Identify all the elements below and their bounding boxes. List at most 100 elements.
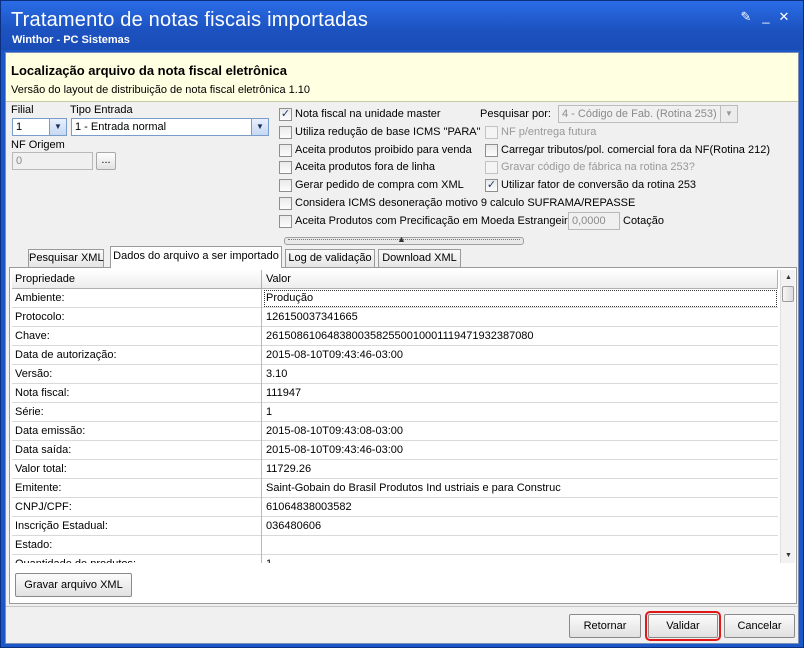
property-value-cell[interactable]: 1	[263, 403, 778, 422]
pesquisar-por-value: 4 - Código de Fab. (Rotina 253)	[562, 108, 717, 120]
checkbox-box[interactable]	[279, 179, 292, 192]
pesquisar-por-select[interactable]: 4 - Código de Fab. (Rotina 253) ▼	[558, 105, 738, 123]
checkbox-label: Gravar código de fábrica na rotina 253?	[501, 161, 695, 173]
tab-pesquisar-xml[interactable]: Pesquisar XML	[28, 249, 104, 268]
checkbox-box[interactable]	[279, 161, 292, 174]
table-row[interactable]: Protocolo: 126150037341665	[12, 308, 778, 327]
window-subtitle: Winthor - PC Sistemas	[12, 34, 130, 46]
property-name-cell: Versão:	[12, 365, 262, 384]
property-value-cell[interactable]: 2015-08-10T09:43:46-03:00	[263, 441, 778, 460]
checkbox-box[interactable]	[485, 161, 498, 174]
property-value-cell[interactable]: 2615086106483800358255001000111947193238…	[263, 327, 778, 346]
table-row[interactable]: Inscrição Estadual: 036480606	[12, 517, 778, 536]
checkbox-box[interactable]	[485, 126, 498, 139]
checkbox-label: Gerar pedido de compra com XML	[295, 179, 464, 191]
property-value-cell[interactable]: 1	[263, 555, 778, 563]
filial-select[interactable]: 1 ▼	[12, 118, 67, 136]
property-value-cell[interactable]: 3.10	[263, 365, 778, 384]
header-title: Localização arquivo da nota fiscal eletr…	[11, 63, 287, 78]
property-name-cell: Data de autorização:	[12, 346, 262, 365]
info-header: Localização arquivo da nota fiscal eletr…	[6, 53, 798, 102]
tab-log-validacao[interactable]: Log de validação	[285, 249, 375, 268]
window-title: Tratamento de notas fiscais importadas	[11, 9, 369, 31]
properties-grid[interactable]: Propriedade Valor Ambiente: Produção Proto…	[12, 270, 778, 563]
chevron-down-icon[interactable]: ▼	[251, 119, 268, 135]
checkbox-label: Considera ICMS desoneração motivo 9 calc…	[295, 197, 636, 209]
property-value-cell[interactable]: 11729.26	[263, 460, 778, 479]
table-row[interactable]: Versão: 3.10	[12, 365, 778, 384]
checkbox-label: Carregar tributos/pol. comercial fora da…	[501, 144, 771, 156]
property-name-cell: Valor total:	[12, 460, 262, 479]
cancelar-button[interactable]: Cancelar	[724, 614, 795, 638]
close-icon[interactable]: ✕	[776, 10, 792, 24]
title-bar[interactable]: Tratamento de notas fiscais importadas W…	[1, 1, 803, 50]
table-row[interactable]: CNPJ/CPF: 61064838003582	[12, 498, 778, 517]
grid-vertical-scrollbar[interactable]: ▲ ▼	[780, 270, 795, 563]
checkbox-label: Aceita produtos fora de linha	[295, 161, 436, 173]
window-client-area: Localização arquivo da nota fiscal eletr…	[5, 52, 799, 644]
property-name-cell: Nota fiscal:	[12, 384, 262, 403]
chevron-down-icon[interactable]: ▼	[720, 106, 737, 122]
filial-label: Filial	[11, 104, 34, 116]
help-icon[interactable]: ✎	[738, 10, 754, 24]
tab-dados-arquivo[interactable]: Dados do arquivo a ser importado	[110, 246, 282, 268]
table-row[interactable]: Chave: 2615086106483800358255001000111947…	[12, 327, 778, 346]
checkbox-box[interactable]	[279, 215, 292, 228]
table-row[interactable]: Emitente: Saint-Gobain do Brasil Produtos…	[12, 479, 778, 498]
property-value-cell[interactable]: 036480606	[263, 517, 778, 536]
nf-origem-field[interactable]: 0	[12, 152, 93, 170]
table-row[interactable]: Data emissão: 2015-08-10T09:43:08-03:00	[12, 422, 778, 441]
property-value-cell[interactable]: Saint-Gobain do Brasil Produtos Ind ustr…	[263, 479, 778, 498]
table-row[interactable]: Data de autorização: 2015-08-10T09:43:46-…	[12, 346, 778, 365]
property-name-cell: Inscrição Estadual:	[12, 517, 262, 536]
chevron-up-icon[interactable]: ▲	[397, 234, 406, 244]
checkbox-box[interactable]	[279, 126, 292, 139]
validar-button[interactable]: Validar	[645, 611, 721, 641]
property-value-cell[interactable]	[263, 536, 778, 555]
tipo-entrada-label: Tipo Entrada	[70, 104, 133, 116]
chevron-down-icon[interactable]: ▼	[49, 119, 66, 135]
cotacao-field[interactable]: 0,0000	[568, 212, 620, 230]
property-name-cell: Chave:	[12, 327, 262, 346]
table-row[interactable]: Estado:	[12, 536, 778, 555]
scroll-down-icon[interactable]: ▼	[781, 548, 796, 563]
gravar-arquivo-xml-button[interactable]: Gravar arquivo XML	[15, 573, 132, 597]
tipo-entrada-select[interactable]: 1 - Entrada normal ▼	[71, 118, 269, 136]
checkbox-label: NF p/entrega futura	[501, 126, 597, 138]
property-value-cell[interactable]: 2015-08-10T09:43:08-03:00	[263, 422, 778, 441]
column-header-valor[interactable]: Valor	[263, 270, 778, 289]
table-row[interactable]: Data saída: 2015-08-10T09:43:46-03:00	[12, 441, 778, 460]
checkbox-label: Aceita produtos proibido para venda	[295, 144, 472, 156]
column-header-propriedade[interactable]: Propriedade	[12, 270, 262, 289]
pesquisar-por-label: Pesquisar por:	[480, 108, 551, 120]
collapse-splitter[interactable]: ▲	[284, 234, 524, 245]
property-value-cell[interactable]: 126150037341665	[263, 308, 778, 327]
retornar-button[interactable]: Retornar	[569, 614, 641, 638]
scroll-up-icon[interactable]: ▲	[781, 270, 796, 285]
property-name-cell: CNPJ/CPF:	[12, 498, 262, 517]
table-row[interactable]: Nota fiscal: 111947	[12, 384, 778, 403]
table-row[interactable]: Ambiente: Produção	[12, 289, 778, 308]
checkbox-label: Aceita Produtos com Precificação em Moed…	[295, 215, 574, 227]
scroll-thumb[interactable]	[782, 286, 794, 302]
checkbox-box[interactable]	[485, 144, 498, 157]
property-name-cell: Emitente:	[12, 479, 262, 498]
property-value-cell[interactable]: 61064838003582	[263, 498, 778, 517]
checkbox-box[interactable]	[279, 197, 292, 210]
checkbox-label: Utilizar fator de conversão da rotina 25…	[501, 179, 697, 191]
minimize-icon[interactable]: _	[758, 10, 774, 24]
table-row[interactable]: Valor total: 11729.26	[12, 460, 778, 479]
property-value-cell[interactable]: Produção	[263, 289, 778, 308]
footer-bar: Retornar Validar Cancelar	[6, 606, 798, 643]
nf-origem-search-button[interactable]: ...	[96, 152, 116, 170]
checkbox-box[interactable]	[279, 144, 292, 157]
property-value-cell[interactable]: 111947	[263, 384, 778, 403]
checkbox-box[interactable]: ✓	[279, 108, 292, 121]
property-value-cell[interactable]: 2015-08-10T09:43:46-03:00	[263, 346, 778, 365]
property-name-cell: Data emissão:	[12, 422, 262, 441]
tab-download-xml[interactable]: Download XML	[378, 249, 461, 268]
table-row[interactable]: Quantidade de produtos:1	[12, 555, 778, 563]
checkbox-box[interactable]: ✓	[485, 179, 498, 192]
table-row[interactable]: Série: 1	[12, 403, 778, 422]
property-name-cell: Quantidade de produtos:	[12, 555, 262, 563]
